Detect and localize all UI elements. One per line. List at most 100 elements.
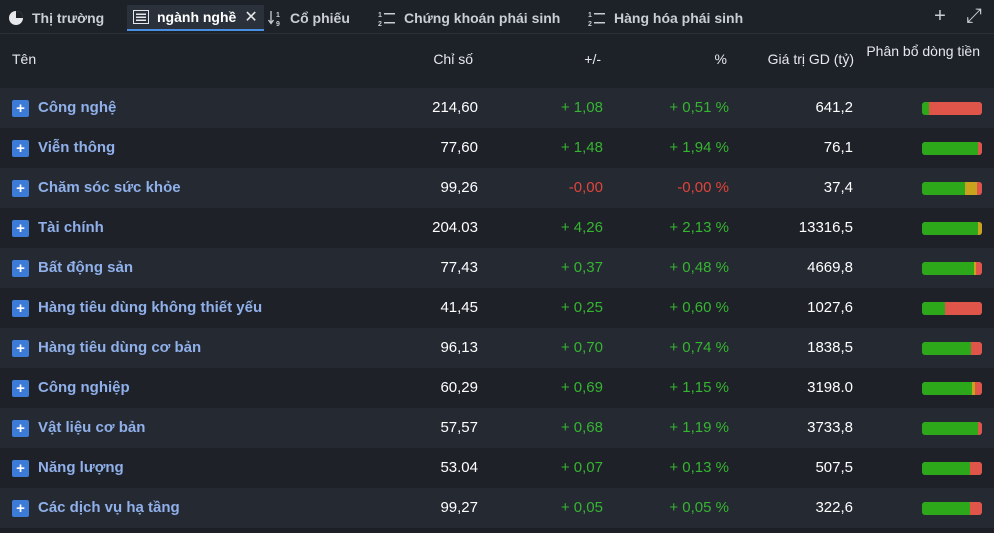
header-value[interactable]: Giá trị GD (tỷ) bbox=[768, 51, 854, 67]
close-icon[interactable]: ✕ bbox=[244, 7, 257, 27]
flow-flat-segment bbox=[965, 182, 978, 195]
svg-text:1: 1 bbox=[378, 12, 382, 19]
table-row[interactable]: + Năng lượng 53.04 + 0,07 + 0,13 % 507,5 bbox=[0, 448, 994, 488]
sector-change: + 0,37 bbox=[560, 259, 603, 276]
money-flow-bar bbox=[922, 422, 982, 435]
sector-percent: -0,00 % bbox=[677, 179, 729, 196]
money-flow-bar bbox=[922, 222, 982, 235]
add-icon[interactable]: + bbox=[930, 6, 950, 26]
sector-value: 37,4 bbox=[823, 179, 853, 196]
expand-plus-icon[interactable]: + bbox=[12, 420, 29, 437]
svg-text:2: 2 bbox=[378, 21, 382, 27]
expand-icon[interactable]: ⤢ bbox=[964, 6, 984, 26]
flow-down-segment bbox=[970, 502, 982, 515]
flow-up-segment bbox=[922, 422, 978, 435]
sector-name[interactable]: Các dịch vụ hạ tầng bbox=[38, 499, 180, 516]
table-row[interactable]: + Hàng tiêu dùng cơ bản 96,13 + 0,70 + 0,74 … bbox=[0, 328, 994, 368]
flow-up-segment bbox=[922, 142, 978, 155]
tab-actions: + ⤢ bbox=[930, 6, 984, 26]
tab-sectors[interactable]: ngành nghề ✕ bbox=[127, 5, 264, 31]
sector-name[interactable]: Công nghệ bbox=[38, 99, 116, 116]
sector-percent: + 1,19 % bbox=[669, 419, 729, 436]
money-flow-bar bbox=[922, 302, 982, 315]
tab-derivatives[interactable]: 12 Chứng khoán phái sinh bbox=[378, 5, 560, 31]
sector-name[interactable]: Chăm sóc sức khỏe bbox=[38, 179, 181, 196]
sector-index: 53.04 bbox=[440, 459, 478, 476]
table-body: + Công nghệ 214,60 + 1,08 + 0,51 % 641,2 + Viễn… bbox=[0, 88, 994, 528]
tab-market[interactable]: Thị trường bbox=[8, 5, 104, 31]
tab-label: Cổ phiếu bbox=[290, 10, 350, 26]
tab-label: Chứng khoán phái sinh bbox=[404, 10, 561, 26]
sector-index: 204.03 bbox=[432, 219, 478, 236]
tab-commodities[interactable]: 12 Hàng hóa phái sinh bbox=[588, 5, 743, 31]
expand-plus-icon[interactable]: + bbox=[12, 180, 29, 197]
expand-plus-icon[interactable]: + bbox=[12, 220, 29, 237]
pie-chart-icon bbox=[8, 10, 24, 26]
header-index[interactable]: Chỉ số bbox=[433, 51, 473, 67]
expand-plus-icon[interactable]: + bbox=[12, 500, 29, 517]
flow-up-segment bbox=[922, 502, 970, 515]
sector-index: 77,60 bbox=[440, 139, 478, 156]
table-row[interactable]: + Công nghiệp 60,29 + 0,69 + 1,15 % 3198.0 bbox=[0, 368, 994, 408]
tab-stocks[interactable]: 19 Cổ phiếu bbox=[268, 5, 350, 31]
sector-percent: + 0,74 % bbox=[669, 339, 729, 356]
table-row[interactable]: + Các dịch vụ hạ tầng 99,27 + 0,05 + 0,05 % 3… bbox=[0, 488, 994, 528]
sector-name[interactable]: Tài chính bbox=[38, 219, 104, 236]
tab-label: ngành nghề bbox=[157, 9, 237, 25]
expand-plus-icon[interactable]: + bbox=[12, 300, 29, 317]
money-flow-bar bbox=[922, 102, 982, 115]
expand-plus-icon[interactable]: + bbox=[12, 460, 29, 477]
numbered-list-icon: 12 bbox=[378, 9, 396, 27]
header-name[interactable]: Tên bbox=[12, 51, 36, 67]
sort-icon: 19 bbox=[268, 9, 282, 27]
sector-value: 322,6 bbox=[815, 499, 853, 516]
table-row[interactable]: + Chăm sóc sức khỏe 99,26 -0,00 -0,00 % 37,4 bbox=[0, 168, 994, 208]
expand-plus-icon[interactable]: + bbox=[12, 140, 29, 157]
numbered-list-icon: 12 bbox=[588, 9, 606, 27]
sector-name[interactable]: Hàng tiêu dùng không thiết yếu bbox=[38, 299, 262, 316]
table-row[interactable]: + Bất động sản 77,43 + 0,37 + 0,48 % 4669,8 bbox=[0, 248, 994, 288]
sector-index: 96,13 bbox=[440, 339, 478, 356]
table-header: Tên Chỉ số +/- % Giá trị GD (tỷ) Phân bổ… bbox=[0, 34, 994, 88]
sector-value: 13316,5 bbox=[798, 219, 853, 236]
sector-value: 76,1 bbox=[823, 139, 853, 156]
header-change[interactable]: +/- bbox=[584, 51, 601, 67]
flow-up-segment bbox=[922, 262, 974, 275]
sector-name[interactable]: Năng lượng bbox=[38, 459, 124, 476]
expand-plus-icon[interactable]: + bbox=[12, 260, 29, 277]
flow-up-segment bbox=[922, 302, 945, 315]
money-flow-bar bbox=[922, 342, 982, 355]
sector-percent: + 0,13 % bbox=[669, 459, 729, 476]
table-row[interactable]: + Tài chính 204.03 + 4,26 + 2,13 % 13316,5 bbox=[0, 208, 994, 248]
flow-down-segment bbox=[977, 142, 982, 155]
sector-value: 4669,8 bbox=[807, 259, 853, 276]
sector-name[interactable]: Bất động sản bbox=[38, 259, 133, 276]
list-icon bbox=[133, 10, 149, 24]
header-percent[interactable]: % bbox=[715, 51, 727, 67]
sector-name[interactable]: Viễn thông bbox=[38, 139, 115, 156]
expand-plus-icon[interactable]: + bbox=[12, 100, 29, 117]
sector-name[interactable]: Công nghiệp bbox=[38, 379, 130, 396]
sector-percent: + 0,05 % bbox=[669, 499, 729, 516]
sector-change: + 1,48 bbox=[560, 139, 603, 156]
sector-name[interactable]: Hàng tiêu dùng cơ bản bbox=[38, 339, 201, 356]
expand-plus-icon[interactable]: + bbox=[12, 340, 29, 357]
flow-down-segment bbox=[971, 342, 982, 355]
header-flow[interactable]: Phân bổ dòng tiền bbox=[850, 42, 980, 60]
flow-up-segment bbox=[922, 102, 930, 115]
table-row[interactable]: + Vật liệu cơ bản 57,57 + 0,68 + 1,19 % 3733,… bbox=[0, 408, 994, 448]
svg-text:2: 2 bbox=[588, 21, 592, 27]
money-flow-bar bbox=[922, 262, 982, 275]
tab-label: Thị trường bbox=[32, 10, 105, 26]
expand-plus-icon[interactable]: + bbox=[12, 380, 29, 397]
flow-down-segment bbox=[975, 262, 982, 275]
sector-change: + 0,68 bbox=[560, 419, 603, 436]
table-row[interactable]: + Viễn thông 77,60 + 1,48 + 1,94 % 76,1 bbox=[0, 128, 994, 168]
table-row[interactable]: + Hàng tiêu dùng không thiết yếu 41,45 + 0,… bbox=[0, 288, 994, 328]
sector-percent: + 1,94 % bbox=[669, 139, 729, 156]
sector-percent: + 1,15 % bbox=[669, 379, 729, 396]
flow-down-segment bbox=[974, 382, 982, 395]
table-row[interactable]: + Công nghệ 214,60 + 1,08 + 0,51 % 641,2 bbox=[0, 88, 994, 128]
sector-name[interactable]: Vật liệu cơ bản bbox=[38, 419, 145, 436]
sector-table: Tên Chỉ số +/- % Giá trị GD (tỷ) Phân bổ… bbox=[0, 34, 994, 528]
